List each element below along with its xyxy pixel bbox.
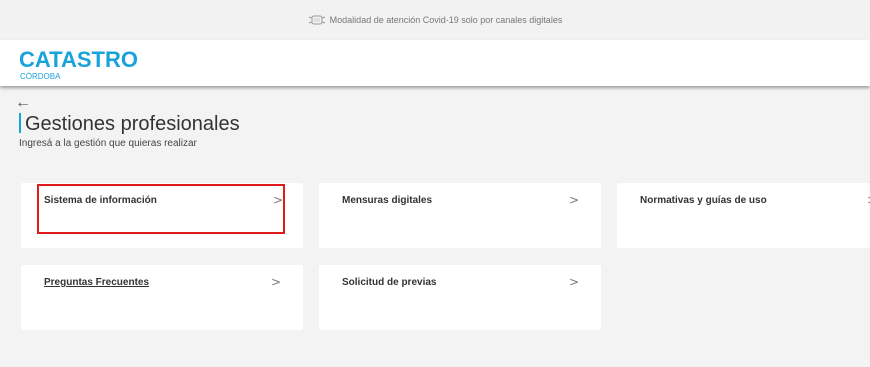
site-header: CATASTRO CÓRDOBA — [0, 40, 870, 86]
chevron-right-icon: > — [569, 275, 580, 289]
card-mensuras-digitales[interactable]: Mensuras digitales > — [319, 183, 601, 248]
logo-catastro[interactable]: CATASTRO — [19, 49, 138, 71]
chevron-right-icon: > — [569, 193, 580, 207]
card-label: Solicitud de previas — [342, 277, 437, 288]
page-title: Gestiones profesionales — [25, 113, 240, 135]
title-accent-bar — [19, 113, 21, 133]
highlight-box — [37, 184, 285, 234]
logo-cordoba: CÓRDOBA — [20, 72, 61, 81]
card-label: Mensuras digitales — [342, 195, 433, 206]
card-preguntas-frecuentes[interactable]: Preguntas Frecuentes > — [21, 265, 303, 330]
card-normativas-y-guias[interactable]: Normativas y guías de uso > — [617, 183, 870, 248]
card-solicitud-de-previas[interactable]: Solicitud de previas > — [319, 265, 601, 330]
page-subtitle: Ingresá a la gestión que quieras realiza… — [19, 138, 197, 149]
chevron-right-icon: > — [271, 275, 282, 289]
back-arrow-icon[interactable]: ← — [15, 95, 31, 111]
card-label: Preguntas Frecuentes — [44, 277, 150, 288]
covid-banner: Modalidad de atención Covid-19 solo por … — [0, 0, 870, 40]
covid-banner-text: Modalidad de atención Covid-19 solo por … — [329, 15, 563, 25]
card-label: Normativas y guías de uso — [640, 195, 767, 206]
face-mask-icon — [308, 15, 325, 25]
